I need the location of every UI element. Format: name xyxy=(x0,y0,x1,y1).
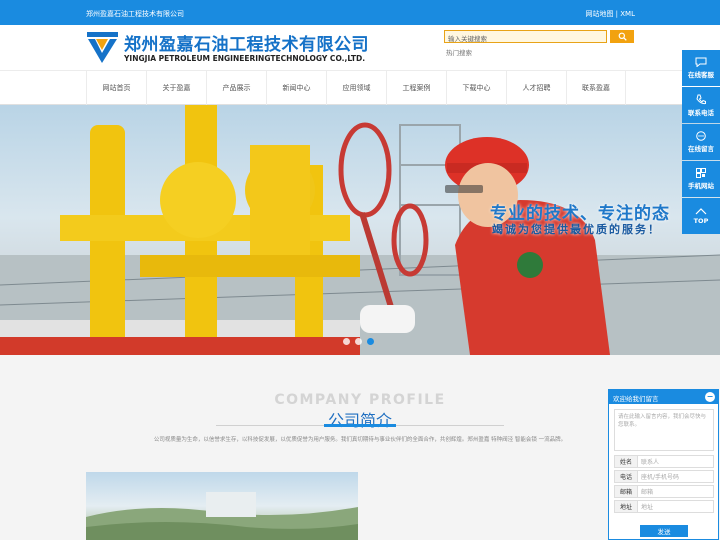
nav-item-downloads[interactable]: 下载中心 xyxy=(446,71,506,105)
email-field[interactable]: 邮箱 邮箱 xyxy=(614,485,714,498)
search-icon xyxy=(618,32,627,41)
nav-item-news[interactable]: 新闻中心 xyxy=(266,71,326,105)
address-field-label: 地址 xyxy=(615,501,638,512)
sidebar-online-service-label: 在线客服 xyxy=(688,71,714,79)
landscape-image xyxy=(86,492,358,540)
sidebar-phone-label: 联系电话 xyxy=(688,108,714,117)
phone-icon xyxy=(696,94,706,104)
message-widget-title: 欢迎给我们留言 xyxy=(613,395,659,403)
sidebar-mobile-site-label: 手机网站 xyxy=(688,182,714,190)
message-widget: 欢迎给我们留言 − 请在此输入留言内容，我们会尽快与您联系。 姓名 联系人 电话… xyxy=(608,389,719,540)
sidebar-top-label: TOP xyxy=(693,216,709,225)
send-button[interactable]: 发送 xyxy=(640,525,688,537)
address-field-input[interactable]: 地址 xyxy=(638,501,653,512)
hot-search-label: 热门搜索 xyxy=(446,49,472,57)
nav-item-applications[interactable]: 应用领域 xyxy=(326,71,386,105)
main-nav: 网站首页 关于盈嘉 产品展示 新闻中心 应用领域 工程案例 下载中心 人才招聘 … xyxy=(0,70,720,105)
message-textarea[interactable]: 请在此输入留言内容，我们会尽快与您联系。 xyxy=(614,409,714,451)
email-field-input[interactable]: 邮箱 xyxy=(638,486,653,497)
name-field-label: 姓名 xyxy=(615,456,638,467)
nav-item-products[interactable]: 产品展示 xyxy=(206,71,266,105)
company-photo xyxy=(86,472,358,540)
search-input[interactable]: 输入关键搜索 xyxy=(444,30,607,43)
nav-item-home[interactable]: 网站首页 xyxy=(86,71,146,105)
header: 郑州盈嘉石油工程技术有限公司 YINGJIA PETROLEUM ENGINEE… xyxy=(0,25,720,70)
company-logo-icon[interactable] xyxy=(86,31,119,64)
nav-item-contact[interactable]: 联系盈嘉 xyxy=(566,71,626,105)
chevron-up-icon xyxy=(695,207,707,214)
message-widget-header: 欢迎给我们留言 − xyxy=(609,390,718,404)
company-name-small: 郑州盈嘉石油工程技术有限公司 xyxy=(86,10,184,18)
floating-sidebar: 在线客服 联系电话 在线留言 手机网站 TOP xyxy=(682,50,720,235)
nav-item-careers[interactable]: 人才招聘 xyxy=(506,71,566,105)
sidebar-mobile-site[interactable]: 手机网站 xyxy=(682,161,720,197)
sidebar-online-service[interactable]: 在线客服 xyxy=(682,50,720,86)
minimize-icon[interactable]: − xyxy=(705,392,715,402)
message-icon xyxy=(696,131,706,141)
name-field-input[interactable]: 联系人 xyxy=(638,456,659,467)
logo-chinese-name[interactable]: 郑州盈嘉石油工程技术有限公司 xyxy=(124,30,369,55)
phone-field-label: 电话 xyxy=(615,471,638,482)
nav-item-cases[interactable]: 工程案例 xyxy=(386,71,446,105)
sitemap-links[interactable]: 网站地图 | XML xyxy=(585,9,635,19)
slider-dot-3[interactable] xyxy=(367,338,374,345)
email-field-label: 邮箱 xyxy=(615,486,638,497)
slider-dot-2[interactable] xyxy=(355,338,362,345)
phone-field-input[interactable]: 座机/手机号码 xyxy=(638,471,679,482)
phone-field[interactable]: 电话 座机/手机号码 xyxy=(614,470,714,483)
hero-banner[interactable]: 专业的技术、专注的态 竭诚为您提供最优质的服务！ xyxy=(0,105,720,355)
sidebar-phone[interactable]: 联系电话 xyxy=(682,87,720,123)
sidebar-message[interactable]: 在线留言 xyxy=(682,124,720,160)
name-field[interactable]: 姓名 联系人 xyxy=(614,455,714,468)
nav-item-about[interactable]: 关于盈嘉 xyxy=(146,71,206,105)
logo-english-name: YINGJIA PETROLEUM ENGINEERINGTECHNOLOGY … xyxy=(124,54,366,63)
banner-subline: 竭诚为您提供最优质的服务！ xyxy=(492,223,661,236)
section-divider xyxy=(216,424,504,427)
qr-code-icon xyxy=(696,168,706,178)
slider-dots xyxy=(343,338,374,345)
sidebar-back-to-top[interactable]: TOP xyxy=(682,198,720,234)
sidebar-message-label: 在线留言 xyxy=(688,145,714,153)
search-button[interactable] xyxy=(610,30,634,43)
address-field[interactable]: 地址 地址 xyxy=(614,500,714,513)
slider-dot-1[interactable] xyxy=(343,338,350,345)
top-bar: 郑州盈嘉石油工程技术有限公司 网站地图 | XML xyxy=(0,0,720,25)
chat-icon xyxy=(695,57,707,67)
